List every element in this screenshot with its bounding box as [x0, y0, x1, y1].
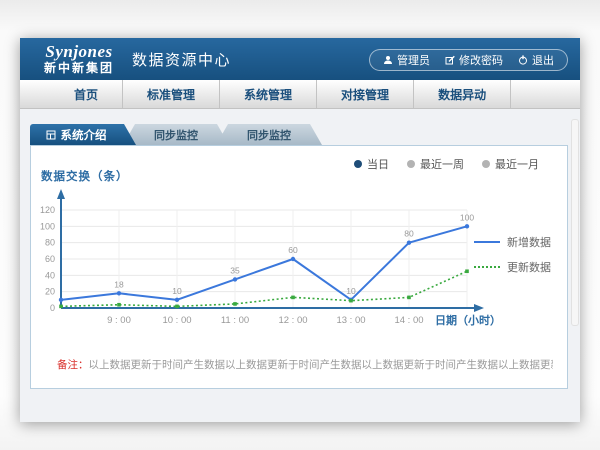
- data-point: [59, 305, 63, 309]
- page-title: 数据资源中心: [132, 49, 231, 70]
- nav-item-data-change[interactable]: 数据异动: [414, 80, 511, 108]
- tab-system-intro[interactable]: 系统介绍: [30, 124, 136, 145]
- data-point: [291, 296, 295, 300]
- footnote: 备注：以上数据更新于时间产生数据以上数据更新于时间产生数据以上数据更新于时间产生…: [57, 357, 553, 372]
- tab-sync-monitor-2[interactable]: 同步监控: [216, 124, 322, 145]
- svg-text:10 : 00: 10 : 00: [162, 315, 191, 326]
- data-point: [465, 269, 469, 273]
- nav-item-interface-mgmt[interactable]: 对接管理: [317, 80, 414, 108]
- footnote-text: 以上数据更新于时间产生数据以上数据更新于时间产生数据以上数据更新于时间产生数据以…: [89, 359, 554, 371]
- change-password-button[interactable]: 修改密码: [445, 52, 503, 68]
- nav-item-home[interactable]: 首页: [50, 80, 123, 108]
- nav-item-standard-mgmt[interactable]: 标准管理: [123, 80, 220, 108]
- tab-label: 系统介绍: [61, 127, 107, 143]
- data-point: [291, 257, 295, 261]
- user-icon: [383, 55, 393, 65]
- data-point: [175, 305, 179, 309]
- legend-item-new-data: 新增数据: [474, 234, 551, 250]
- data-point-label: 80: [404, 229, 414, 239]
- desktop-background: Synjones 新中新集团 数据资源中心 管理员 修改密码 退出: [0, 0, 600, 450]
- logout-label: 退出: [532, 52, 554, 68]
- grid-icon: [46, 130, 56, 140]
- svg-text:100: 100: [40, 221, 55, 231]
- data-point-label: 100: [460, 212, 474, 222]
- legend-label: 新增数据: [507, 234, 551, 250]
- svg-text:0: 0: [50, 303, 55, 313]
- x-axis-title: 日期（小时）: [435, 313, 501, 327]
- svg-text:11 : 00: 11 : 00: [221, 315, 249, 326]
- tab-sync-monitor-1[interactable]: 同步监控: [123, 124, 229, 145]
- chart-panel: 当日 最近一周 最近一月 数据交换（条） 0204060801001209 : …: [30, 145, 568, 389]
- y-tick-labels: 0 20 40 60 80 100 120: [40, 205, 55, 313]
- nav-item-system-mgmt[interactable]: 系统管理: [220, 80, 317, 108]
- logo-wordmark: Synjones: [44, 43, 114, 62]
- tab-label: 同步监控: [247, 127, 291, 143]
- app-window: Synjones 新中新集团 数据资源中心 管理员 修改密码 退出: [20, 38, 580, 422]
- legend-item-update-data: 更新数据: [474, 259, 551, 275]
- data-point-label: 18: [114, 279, 124, 289]
- svg-text:60: 60: [45, 254, 55, 264]
- svg-text:13 : 00: 13 : 00: [336, 315, 365, 326]
- svg-text:12 : 00: 12 : 00: [278, 315, 307, 326]
- data-point: [175, 298, 179, 302]
- logo-company-name: 新中新集团: [44, 62, 114, 75]
- data-point: [233, 302, 237, 306]
- svg-text:40: 40: [45, 270, 55, 280]
- legend-label: 更新数据: [507, 259, 551, 275]
- user-menu-admin-label: 管理员: [397, 52, 430, 68]
- footnote-label: 备注：: [57, 359, 89, 371]
- data-point: [117, 291, 121, 295]
- series-0-new-data: 18 10 35 60 10 80 100: [59, 212, 475, 302]
- tab-label: 同步监控: [154, 127, 198, 143]
- data-point: [117, 303, 121, 307]
- app-header: Synjones 新中新集团 数据资源中心 管理员 修改密码 退出: [20, 38, 580, 80]
- data-point: [407, 296, 411, 300]
- x-tick-labels: 9 : 00 10 : 00 11 : 00 12 : 00 13 : 00 14 : 0…: [107, 315, 423, 326]
- data-point: [465, 224, 469, 228]
- data-point-label: 60: [288, 245, 298, 255]
- svg-text:9 : 00: 9 : 00: [107, 315, 131, 326]
- data-point-label: 10: [346, 286, 356, 296]
- legend-line-solid: [474, 241, 500, 243]
- data-point: [233, 277, 237, 281]
- data-point: [407, 240, 411, 244]
- data-point: [59, 298, 63, 302]
- data-point: [349, 299, 353, 303]
- scrollbar[interactable]: [571, 119, 579, 326]
- svg-text:80: 80: [45, 238, 55, 248]
- data-point-label: 35: [230, 265, 240, 275]
- logo: Synjones 新中新集团: [44, 43, 114, 75]
- svg-text:20: 20: [45, 287, 55, 297]
- user-menu-admin[interactable]: 管理员: [383, 52, 430, 68]
- logout-button[interactable]: 退出: [518, 52, 554, 68]
- change-password-label: 修改密码: [459, 52, 503, 68]
- power-icon: [518, 55, 528, 65]
- data-point-label: 10: [172, 286, 182, 296]
- content-area: 系统介绍 同步监控 同步监控 当日 最近一周: [20, 109, 580, 422]
- svg-text:14 : 00: 14 : 00: [394, 315, 423, 326]
- user-menu: 管理员 修改密码 退出: [369, 49, 568, 71]
- edit-icon: [445, 55, 455, 65]
- chart-legend: 新增数据 更新数据: [474, 234, 551, 284]
- main-nav: 首页 标准管理 系统管理 对接管理 数据异动: [20, 80, 580, 109]
- svg-text:120: 120: [40, 205, 55, 215]
- legend-line-dotted: [474, 266, 500, 268]
